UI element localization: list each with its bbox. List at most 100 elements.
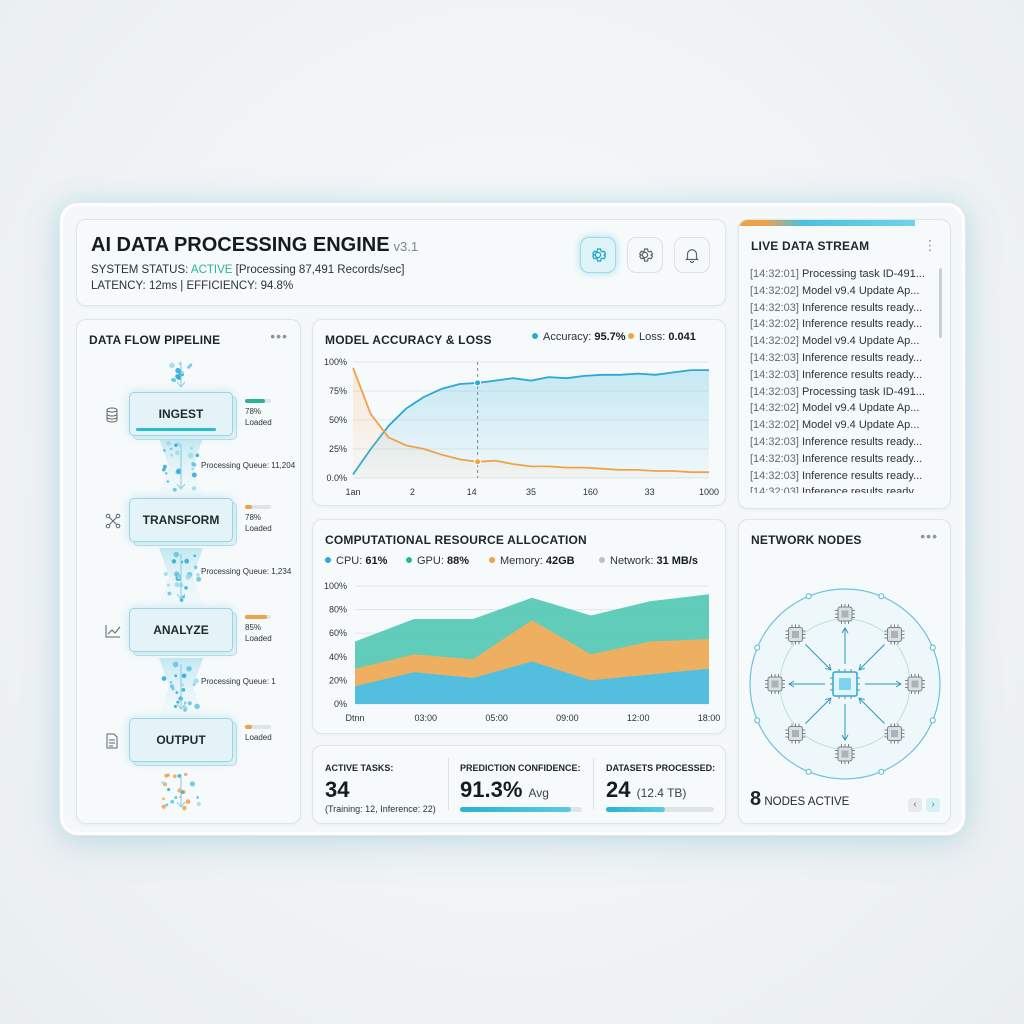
- flow-particle: [185, 574, 191, 580]
- flow-particle: [161, 804, 166, 809]
- gear-icon: [591, 248, 607, 262]
- stage-card: OUTPUT: [129, 718, 233, 762]
- nodes-prev-button[interactable]: ‹: [908, 798, 922, 812]
- stream-entry-message: Model v9.4 Update Ap...: [798, 402, 920, 415]
- stream-entry-message: Inference results ready...: [798, 352, 923, 364]
- stream-entry-message: Inference results ready...: [798, 452, 923, 465]
- stage-load-state: Loaded: [245, 524, 272, 533]
- resource-x-tick: 09:00: [556, 713, 579, 723]
- flow-particle: [170, 799, 175, 804]
- stage-card: ANALYZE: [129, 608, 233, 652]
- confidence-value: 91.3% Avg: [460, 777, 549, 802]
- flow-particle: [174, 443, 178, 447]
- resource-y-tick: 60%: [329, 628, 347, 638]
- stage-label: OUTPUT: [156, 733, 206, 747]
- stream-menu-button[interactable]: ⋮: [923, 237, 938, 254]
- pipeline-stage-transform[interactable]: TRANSFORM: [129, 498, 237, 546]
- flow-particle: [187, 452, 194, 459]
- pipeline-stage-analyze[interactable]: ANALYZE: [129, 608, 237, 656]
- resource-x-tick: Dtnn: [345, 713, 364, 723]
- accuracy-y-tick: 25%: [329, 444, 347, 454]
- flow-particle: [167, 787, 171, 792]
- resource-y-tick: 80%: [329, 605, 347, 615]
- stat-divider: [593, 758, 594, 810]
- network-ring-anchor: [754, 717, 761, 724]
- flow-particle: [175, 367, 181, 374]
- stream-entry-timestamp: [14:32:02]: [750, 419, 799, 432]
- flow-particle: [166, 480, 170, 483]
- flow-particle: [174, 674, 178, 678]
- settings-button[interactable]: [627, 237, 663, 273]
- accuracy-x-tick: 1an: [345, 487, 360, 497]
- stage-load-indicator: 85% Loaded: [245, 615, 272, 644]
- nodes-next-button[interactable]: ›: [926, 798, 940, 812]
- stream-entry-timestamp: [14:32:02]: [750, 318, 799, 331]
- flow-particle: [183, 708, 187, 712]
- flow-particle: [169, 680, 173, 684]
- network-graph: [749, 588, 941, 780]
- processing-queue: Processing Queue: 1,234: [201, 567, 292, 576]
- flow-particle: [185, 799, 191, 805]
- stage-load-state: Loaded: [245, 634, 272, 643]
- chevron-right-icon: ›: [931, 799, 935, 810]
- flow-particle: [164, 471, 168, 475]
- resource-y-tick: 40%: [329, 652, 347, 662]
- network-ring-anchor: [754, 644, 761, 651]
- stage-load-percent: 78%: [245, 513, 262, 522]
- network-ring-anchor: [878, 768, 885, 775]
- accuracy-y-tick: 75%: [329, 386, 347, 396]
- stage-load-indicator: 78% Loaded: [245, 399, 272, 428]
- flow-particle: [183, 701, 187, 705]
- gear-button[interactable]: [580, 237, 616, 273]
- flow-particle: [170, 453, 173, 457]
- resource-x-tick: 12:00: [627, 713, 650, 723]
- accuracy-chart: 100% 75% 50% 25% 0.0% 1an 2 14 35 160 33 1000: [324, 357, 719, 497]
- flow-particle: [195, 573, 200, 577]
- flow-particle: [172, 378, 177, 383]
- resource-y-tick: 0%: [334, 699, 347, 709]
- flow-particle: [174, 450, 180, 456]
- pipeline-stage-output[interactable]: OUTPUT: [129, 718, 237, 766]
- flow-particle: [181, 673, 187, 679]
- resource-x-tick: 18:00: [698, 713, 721, 723]
- stage-card: INGEST: [129, 392, 233, 436]
- nodes-active: 8 NODES ACTIVE: [750, 788, 850, 810]
- flow-particle: [165, 803, 169, 807]
- stage-load-bar: [245, 399, 271, 403]
- flow-particle: [184, 558, 190, 564]
- confidence-progress: [460, 807, 582, 812]
- stage-load-fill: [245, 399, 266, 403]
- stream-entry-timestamp: [14:32:03]: [750, 486, 799, 494]
- latency-line: LATENCY: 12ms | EFFICIENCY: 94.8%: [91, 280, 294, 292]
- flow-particle: [173, 704, 177, 709]
- database-icon: [105, 407, 121, 423]
- network-ring-anchor: [929, 644, 936, 651]
- resource-x-tick: 03:00: [415, 713, 438, 723]
- active-tasks-value: 34: [325, 777, 350, 802]
- nodes-icon: [105, 513, 121, 529]
- resource-y-tick: 20%: [329, 675, 347, 685]
- stream-entry-timestamp: [14:32:02]: [750, 284, 799, 297]
- flow-particle: [196, 576, 202, 582]
- network-ring-anchor: [805, 593, 812, 600]
- accuracy-x-tick: 14: [467, 487, 477, 497]
- processing-queue: Processing Queue: 1: [201, 677, 276, 686]
- flow-particle: [167, 591, 172, 596]
- flow-particle: [195, 453, 200, 458]
- resource-chart: 100% 80% 60% 40% 20% 0% Dtnn 03:00 05:00 09:00 12:…: [324, 581, 721, 723]
- page-title: AI DATA PROCESSING ENGINE v3.1: [91, 234, 419, 256]
- flow-particle: [192, 462, 197, 467]
- flow-particle: [181, 687, 186, 692]
- stage-load-indicator: Loaded: [245, 725, 272, 743]
- stage-label: ANALYZE: [153, 623, 209, 637]
- flow-particle: [169, 447, 173, 451]
- stream-scrollbar[interactable]: [939, 268, 942, 338]
- pipeline-stage-ingest[interactable]: INGEST: [129, 392, 237, 440]
- accuracy-y-tick: 50%: [329, 415, 347, 425]
- flow-particle: [176, 700, 180, 704]
- notifications-button[interactable]: [674, 237, 710, 273]
- flow-particle: [163, 449, 166, 452]
- stream-entry-timestamp: [14:32:03]: [750, 368, 799, 381]
- stream-entry-timestamp: [14:32:03]: [750, 436, 799, 448]
- flow-particle: [181, 683, 185, 687]
